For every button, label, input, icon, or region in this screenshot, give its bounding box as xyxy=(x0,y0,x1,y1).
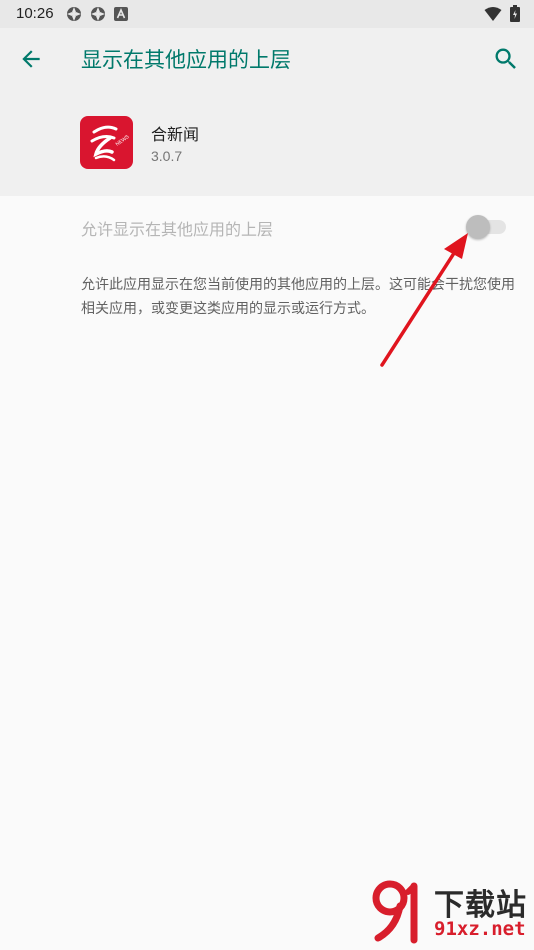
watermark-domain: 91xz.net xyxy=(434,918,526,940)
setting-label: 允许显示在其他应用的上层 xyxy=(81,220,274,239)
setting-description: 允许此应用显示在您当前使用的其他应用的上层。这可能会干扰您使用相关应用，或变更这… xyxy=(81,277,515,317)
watermark-logo-icon xyxy=(372,880,418,944)
android-a-icon xyxy=(114,7,128,21)
app-logo-icon: NEWS xyxy=(80,116,133,169)
sync-icon xyxy=(67,7,81,21)
battery-icon xyxy=(510,5,520,22)
toggle-thumb xyxy=(466,215,490,239)
svg-text:NEWS: NEWS xyxy=(115,134,131,148)
status-bar: 10:26 xyxy=(0,0,534,28)
allow-overlay-toggle[interactable] xyxy=(466,215,506,239)
search-icon[interactable] xyxy=(492,45,520,73)
sync-icon-2 xyxy=(91,7,105,21)
app-info-header: NEWS 合新闻 3.0.7 xyxy=(0,90,534,196)
app-version: 3.0.7 xyxy=(151,148,183,164)
status-time: 10:26 xyxy=(16,5,54,22)
wifi-icon xyxy=(484,6,502,21)
system-icons xyxy=(484,5,520,22)
back-arrow-icon[interactable] xyxy=(18,46,44,72)
allow-overlay-setting[interactable]: 允许显示在其他应用的上层 xyxy=(0,196,534,258)
watermark: 下载站 91xz.net xyxy=(370,878,530,946)
app-name: 合新闻 xyxy=(151,125,200,144)
notification-icons xyxy=(66,6,128,22)
app-bar: 显示在其他应用的上层 xyxy=(0,28,534,90)
page-title: 显示在其他应用的上层 xyxy=(81,48,291,72)
